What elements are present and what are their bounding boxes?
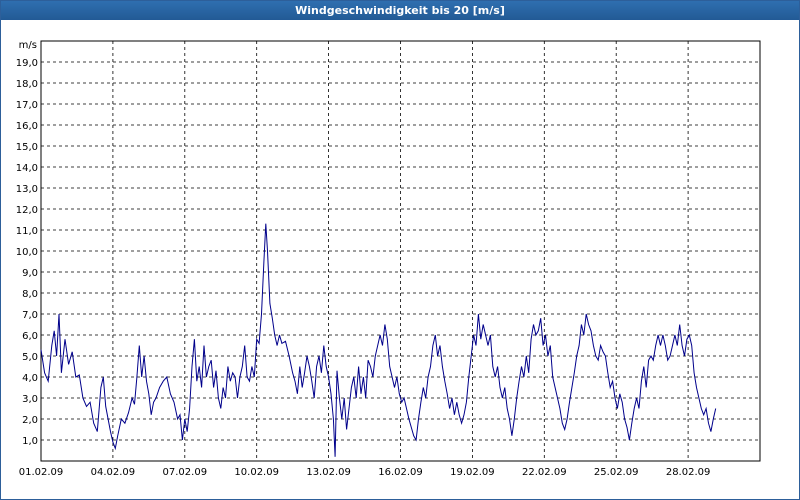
x-tick-label: 16.02.09 xyxy=(378,467,423,478)
y-tick-label: 7,0 xyxy=(22,310,38,321)
x-tick-label: 10.02.09 xyxy=(234,467,279,478)
y-tick-label: 8,0 xyxy=(22,289,38,300)
y-tick-label: 11,0 xyxy=(16,226,38,237)
window-title: Windgeschwindigkeit bis 20 [m/s] xyxy=(1,1,799,20)
y-tick-label: 14,0 xyxy=(16,163,38,174)
y-axis-unit-label: m/s xyxy=(19,40,37,51)
x-tick-label: 19.02.09 xyxy=(450,467,495,478)
y-tick-label: 19,0 xyxy=(16,58,38,69)
x-tick-label: 28.02.09 xyxy=(666,467,711,478)
x-tick-label: 04.02.09 xyxy=(91,467,136,478)
y-tick-label: 17,0 xyxy=(16,100,38,111)
x-tick-label: 01.02.09 xyxy=(19,467,64,478)
y-tick-label: 3,0 xyxy=(22,394,38,405)
x-tick-label: 13.02.09 xyxy=(306,467,351,478)
y-tick-label: 13,0 xyxy=(16,184,38,195)
y-tick-label: 12,0 xyxy=(16,205,38,216)
y-tick-label: 1,0 xyxy=(22,436,38,447)
wind-speed-chart: 1,0 2,0 3,0 4,0 5,0 6,0 7,0 8,0 9,0 10,0 11,0 12,0 1… xyxy=(16,40,761,478)
x-tick-label: 25.02.09 xyxy=(594,467,639,478)
x-tick-label: 07.02.09 xyxy=(163,467,208,478)
y-tick-label: 2,0 xyxy=(22,415,38,426)
y-tick-label: 15,0 xyxy=(16,142,38,153)
chart-window: Windgeschwindigkeit bis 20 [m/s] 1,0 2,0 3… xyxy=(0,0,800,500)
x-tick-label: 22.02.09 xyxy=(522,467,567,478)
y-tick-label: 6,0 xyxy=(22,331,38,342)
y-axis-ticks: 1,0 2,0 3,0 4,0 5,0 6,0 7,0 8,0 9,0 10,0 11,0 12,0 1… xyxy=(16,58,38,447)
y-tick-label: 9,0 xyxy=(22,268,38,279)
x-axis-ticks: 01.02.09 04.02.09 07.02.09 10.02.09 13.02.09… xyxy=(19,467,711,478)
y-tick-label: 4,0 xyxy=(22,373,38,384)
y-tick-label: 16,0 xyxy=(16,121,38,132)
y-tick-label: 5,0 xyxy=(22,352,38,363)
y-tick-label: 18,0 xyxy=(16,79,38,90)
y-tick-label: 10,0 xyxy=(16,247,38,258)
